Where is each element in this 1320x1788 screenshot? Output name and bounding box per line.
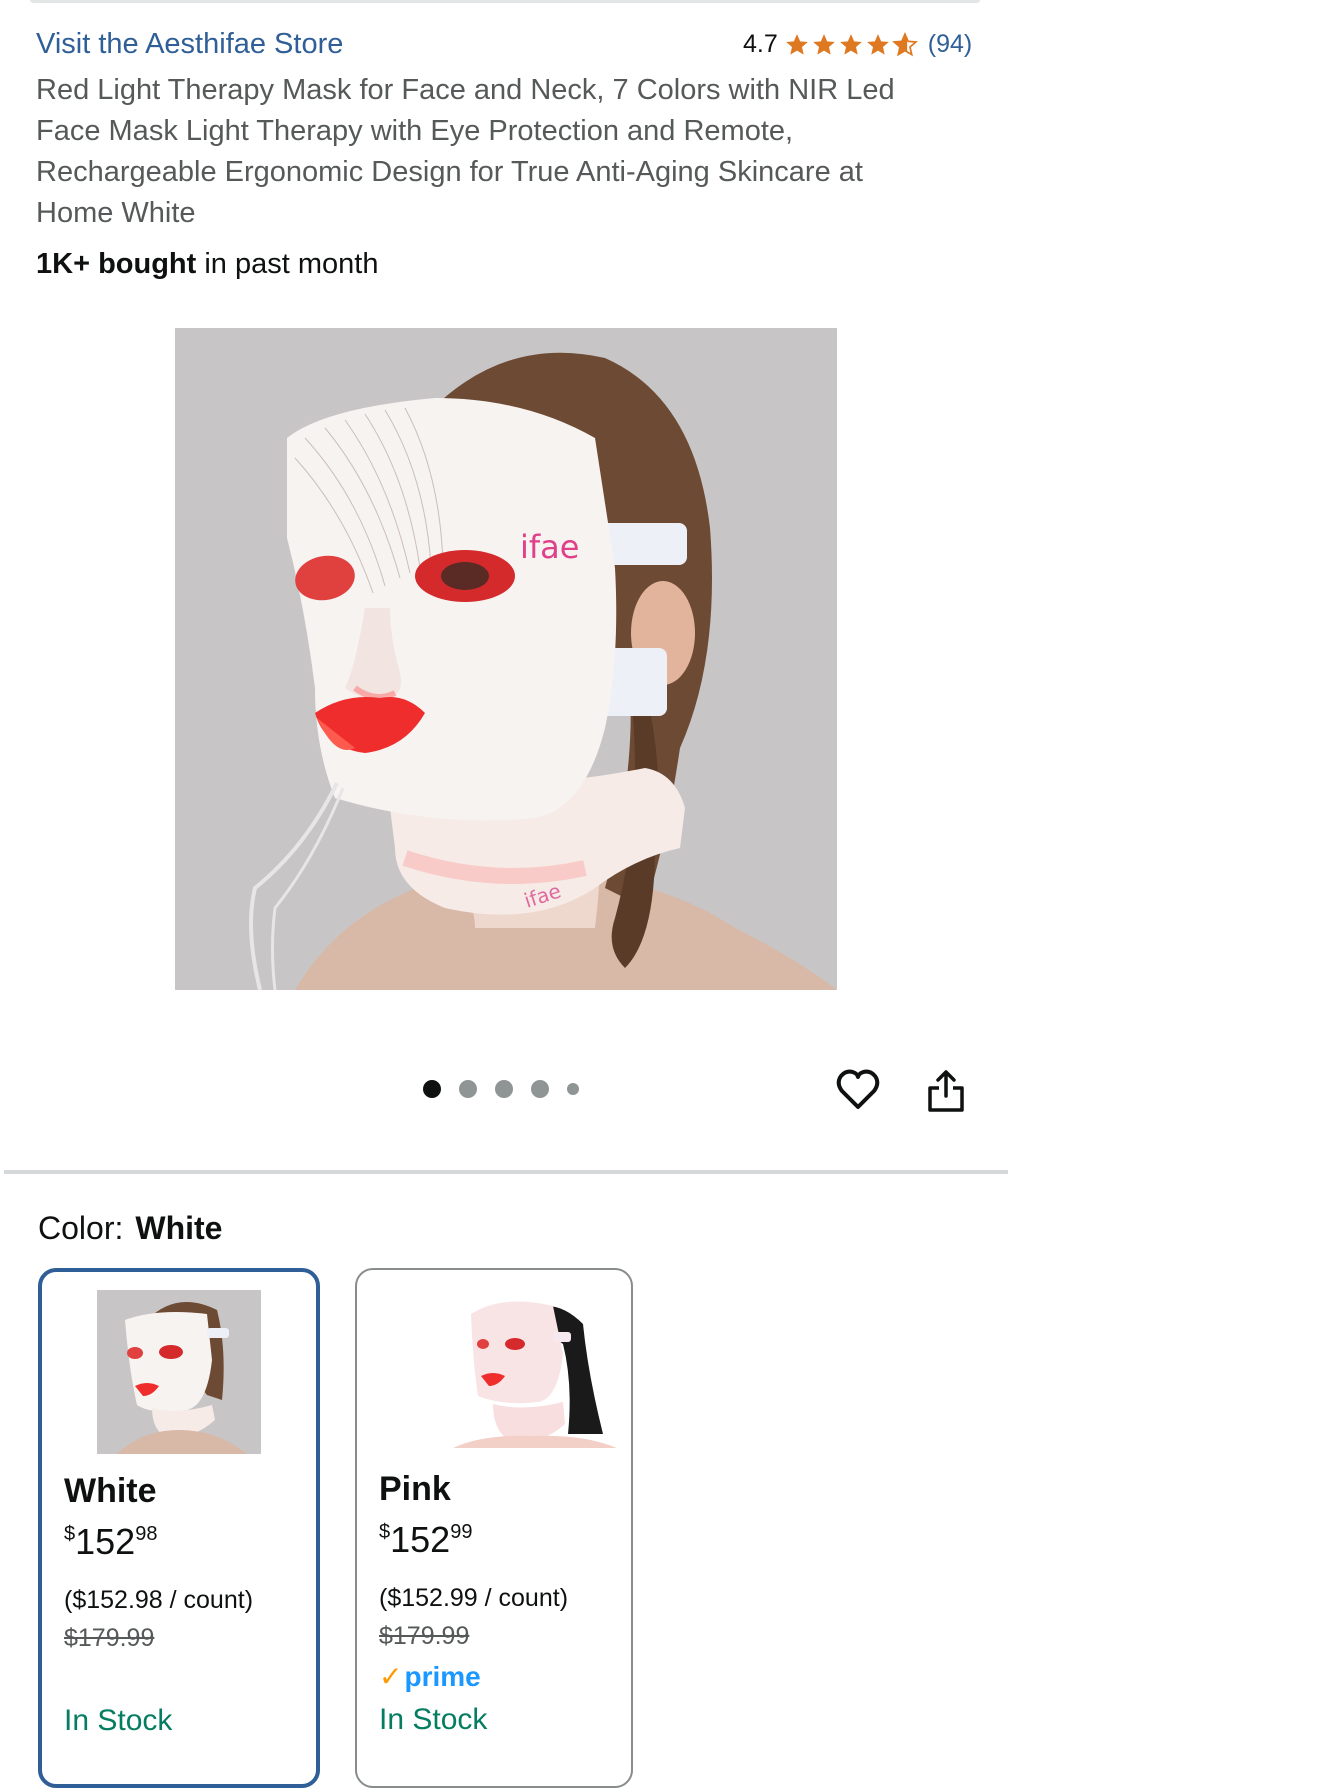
half-star-icon bbox=[891, 31, 918, 56]
pink-swatch-thumbnail bbox=[453, 1284, 617, 1448]
color-option-name: White bbox=[64, 1472, 157, 1510]
prime-label: prime bbox=[404, 1660, 481, 1692]
product-main-image[interactable]: ifae ifae bbox=[175, 328, 837, 990]
carousel-dot[interactable] bbox=[495, 1080, 513, 1098]
selected-color-value: White bbox=[135, 1210, 223, 1246]
rating-summary[interactable]: 4.7 (94) bbox=[743, 30, 972, 59]
mask-product-photo: ifae ifae bbox=[175, 328, 837, 990]
carousel-dot[interactable] bbox=[423, 1080, 441, 1098]
star-icon bbox=[866, 33, 889, 55]
store-link[interactable]: Visit the Aesthifae Store bbox=[36, 28, 343, 61]
bought-count-rest: in past month bbox=[196, 248, 379, 280]
list-price: $179.99 bbox=[64, 1624, 155, 1652]
product-title: Red Light Therapy Mask for Face and Neck… bbox=[36, 74, 895, 229]
top-card-border bbox=[30, 0, 980, 3]
price-fraction: 98 bbox=[135, 1523, 158, 1545]
white-swatch-thumbnail bbox=[97, 1290, 261, 1454]
star-icon bbox=[812, 33, 835, 55]
price-fraction: 99 bbox=[450, 1521, 473, 1543]
price-whole: 152 bbox=[75, 1521, 136, 1562]
section-divider bbox=[4, 1170, 1008, 1174]
share-icon[interactable] bbox=[925, 1068, 967, 1114]
stock-status: In Stock bbox=[379, 1703, 488, 1736]
image-carousel-dots[interactable] bbox=[423, 1080, 579, 1098]
color-option-pink[interactable]: Pink $15299 ($152.99 / count) $179.99 ✓ p… bbox=[355, 1268, 633, 1788]
unit-price: ($152.98 / count) bbox=[64, 1586, 254, 1614]
stock-status: In Stock bbox=[64, 1704, 173, 1737]
price-symbol: $ bbox=[64, 1523, 76, 1545]
list-price: $179.99 bbox=[379, 1622, 470, 1650]
heart-icon[interactable] bbox=[834, 1065, 882, 1113]
carousel-dot[interactable] bbox=[531, 1080, 549, 1098]
price-symbol: $ bbox=[379, 1521, 391, 1543]
bought-count-bold: 1K+ bought bbox=[36, 248, 197, 280]
star-icon bbox=[839, 33, 862, 55]
mask-brand-text: ifae bbox=[520, 528, 579, 566]
color-selector-label: Color: White bbox=[38, 1210, 222, 1247]
prime-badge: ✓ prime bbox=[379, 1660, 481, 1693]
star-rating bbox=[784, 31, 918, 58]
star-icon bbox=[785, 33, 808, 55]
color-option-name: Pink bbox=[379, 1470, 451, 1508]
unit-price: ($152.99 / count) bbox=[379, 1584, 569, 1612]
rating-count[interactable]: (94) bbox=[928, 30, 972, 59]
color-label-text: Color: bbox=[38, 1210, 124, 1246]
carousel-dot[interactable] bbox=[567, 1083, 579, 1095]
color-option-price: $15298 bbox=[64, 1522, 157, 1562]
color-option-white[interactable]: White $15298 ($152.98 / count) $179.99 I… bbox=[38, 1268, 320, 1788]
prime-check-icon: ✓ bbox=[379, 1661, 403, 1692]
color-option-price: $15299 bbox=[379, 1520, 472, 1560]
bought-count: 1K+ bought in past month bbox=[36, 248, 378, 281]
rating-value: 4.7 bbox=[743, 30, 778, 58]
price-whole: 152 bbox=[390, 1519, 451, 1560]
carousel-dot[interactable] bbox=[459, 1080, 477, 1098]
